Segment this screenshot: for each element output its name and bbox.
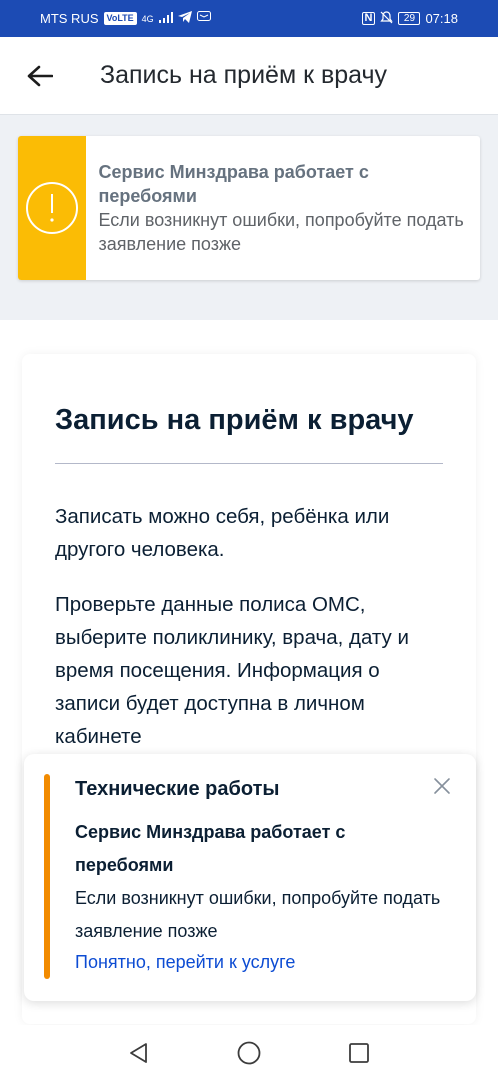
close-icon: [434, 778, 450, 794]
exclamation-circle-icon: [26, 182, 79, 234]
service-description-1: Записать можно себя, ребёнка или другого…: [55, 505, 390, 561]
service-description-2: Проверьте данные полиса ОМС, выберите по…: [55, 593, 409, 748]
divider: [55, 463, 443, 464]
tech-notice-text: Если возникнут ошибки, попробуйте подать…: [75, 888, 441, 941]
telegram-icon: [177, 11, 192, 26]
service-heading: Запись на приём к врачу: [55, 404, 414, 436]
tech-notice: Технические работы Сервис Минздрава рабо…: [24, 754, 476, 1001]
signal-icon: [158, 11, 173, 26]
carrier-label: MTS RUS: [40, 11, 99, 26]
nav-back-button[interactable]: [124, 1038, 154, 1068]
tech-notice-body: Сервис Минздрава работает с перебоями Ес…: [75, 816, 445, 948]
close-button[interactable]: [430, 774, 454, 798]
back-triangle-icon: [130, 1042, 147, 1063]
mute-icon: [380, 10, 394, 27]
back-button[interactable]: [10, 46, 70, 106]
warning-strip: [18, 136, 87, 280]
recents-square-icon: [349, 1042, 369, 1063]
warning-title: Сервис Минздрава работает с перебоями: [98, 162, 369, 206]
warning-message: Если возникнут ошибки, попробуйте подать…: [98, 210, 464, 254]
nav-home-button[interactable]: [234, 1038, 264, 1068]
status-bar: MTS RUS VoLTE 4G N 29 07:18: [0, 0, 498, 37]
network-label: 4G: [141, 13, 154, 24]
volte-badge: VoLTE: [103, 12, 137, 25]
system-nav-bar: [0, 1025, 498, 1080]
page-title: Запись на приём к врачу: [100, 61, 388, 89]
app-bar: Запись на приём к врачу: [0, 37, 498, 115]
continue-link[interactable]: Понятно, перейти к услуге: [75, 952, 295, 973]
message-icon: [196, 11, 211, 26]
tech-notice-subtitle: Сервис Минздрава работает с перебоями: [75, 822, 346, 875]
nav-recents-button[interactable]: [344, 1038, 374, 1068]
warning-text: Сервис Минздрава работает с перебоями Ес…: [86, 136, 480, 280]
tech-notice-title: Технические работы: [75, 778, 280, 800]
home-circle-icon: [237, 1041, 261, 1064]
warning-banner: Сервис Минздрава работает с перебоями Ес…: [18, 136, 480, 280]
nfc-icon: N: [361, 12, 376, 25]
battery-indicator: 29: [398, 12, 421, 25]
tech-notice-accent: [44, 774, 50, 979]
arrow-left-icon: [27, 65, 53, 86]
clock: 07:18: [425, 11, 458, 26]
status-right: N 29 07:18: [361, 10, 458, 27]
status-left: MTS RUS VoLTE 4G: [40, 11, 211, 26]
